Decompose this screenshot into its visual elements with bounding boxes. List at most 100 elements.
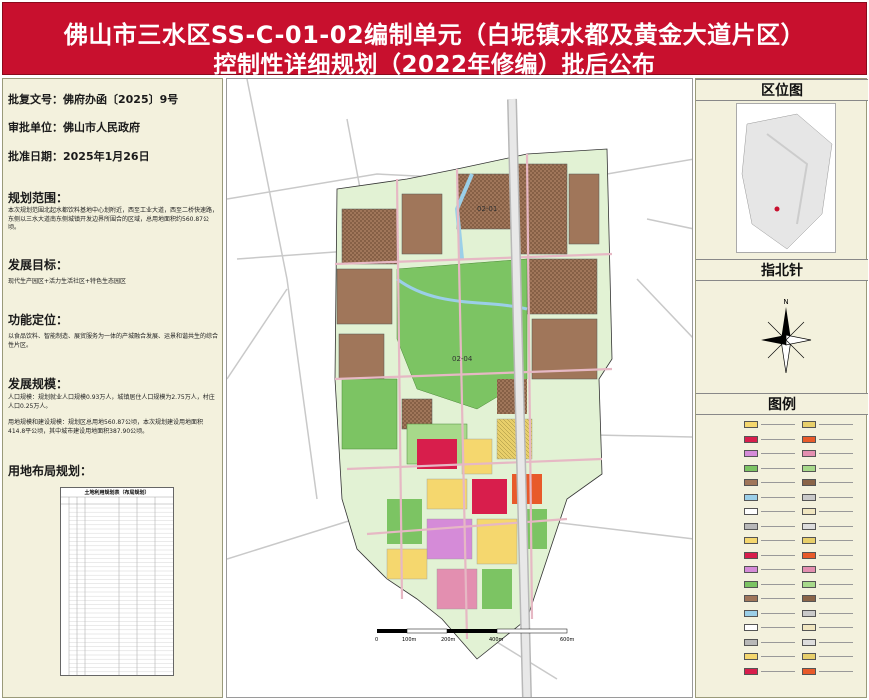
legend-swatch <box>802 479 816 486</box>
scope-text: 本次规划范围北起水都饮料基地中心划附近，西至工业大道，西至二桥快速路，东侧以三水… <box>8 207 219 231</box>
approval-unit: 审批单位：佛山市人民政府 <box>8 121 140 134</box>
legend-swatch <box>744 609 758 617</box>
page: { "title": { "line1": "佛山市三水区SS-C-01-02编… <box>0 0 869 700</box>
planning-map[interactable]: 02-01 02-04 0 100m 200m 400m 600m <box>226 78 693 698</box>
legend-swatch <box>802 638 816 646</box>
legend-label-line <box>761 424 795 425</box>
legend-label-line <box>761 554 795 556</box>
legend-swatch <box>744 580 758 588</box>
legend-swatch <box>802 421 816 428</box>
legend-label-line <box>761 525 795 527</box>
unit-label-2: 02-04 <box>452 355 473 363</box>
legend-label-line <box>819 496 853 498</box>
goal-heading: 发展目标： <box>8 258 69 272</box>
legend-label-line <box>819 656 853 657</box>
legend-label-line <box>761 453 795 454</box>
legend-swatch <box>802 653 816 660</box>
legend-label-line <box>819 438 853 440</box>
land-use-map[interactable]: 02-01 02-04 0 100m 200m 400m 600m <box>227 79 693 698</box>
scale-heading: 发展规模： <box>8 377 69 391</box>
legend-label-line <box>819 627 853 628</box>
legend-swatch <box>802 624 816 631</box>
layout-heading: 用地布局规划： <box>8 464 93 478</box>
legend-label-line <box>819 525 853 527</box>
legend-label-line <box>761 656 795 657</box>
legend-swatch <box>744 537 758 544</box>
legend-label-line <box>761 467 795 469</box>
legend-heading: 图例 <box>696 393 868 415</box>
legend-label-line <box>761 496 795 498</box>
north-arrow-icon: N <box>756 295 816 385</box>
svg-text:600m: 600m <box>560 637 575 643</box>
legend-label-line <box>761 670 795 672</box>
legend-swatch <box>802 464 816 472</box>
goal-text: 现代生产园区+活力生活社区+特色生态园区 <box>8 278 127 285</box>
legend-label-line <box>819 598 853 599</box>
legend-label-line <box>761 540 795 541</box>
legend-swatch <box>744 522 758 530</box>
legend-label-line <box>761 641 795 643</box>
legend-swatch <box>744 551 758 559</box>
legend-swatch <box>744 566 758 573</box>
landuse-table: 土地利用规划表（布局规划） <box>60 487 174 676</box>
legend-label-line <box>761 482 795 483</box>
legend-label-line <box>819 583 853 585</box>
legend-swatch <box>744 638 758 646</box>
scale-text-2: 用地规模和建设规模：规划区总用地560.87公顷，本次规划建设用地面积414.8… <box>8 419 203 435</box>
legend-label-line <box>819 424 853 425</box>
table-grid <box>61 496 173 675</box>
legend-label-line <box>761 598 795 599</box>
legend-grid <box>744 421 862 691</box>
legend-label-line <box>819 467 853 469</box>
legend-swatch <box>802 508 816 515</box>
legend-swatch <box>744 508 758 515</box>
svg-text:0: 0 <box>375 637 378 643</box>
locator-heading: 区位图 <box>696 79 868 101</box>
locator-map-icon <box>736 103 836 253</box>
legend-label-line <box>761 627 795 628</box>
legend-label-line <box>761 583 795 585</box>
legend-swatch <box>744 624 758 631</box>
function-heading: 功能定位： <box>8 313 69 327</box>
legend-label-line <box>819 511 853 512</box>
legend-swatch <box>744 464 758 472</box>
legend-label-line <box>761 511 795 512</box>
legend-swatch <box>802 435 816 443</box>
legend-swatch <box>744 595 758 602</box>
scale-text-1: 人口规模：规划就业人口规模0.93万人，城镇居住人口规模为2.75万人，村庄人口… <box>8 394 215 410</box>
legend-label-line <box>819 554 853 556</box>
legend-swatch <box>744 653 758 660</box>
legend-swatch <box>744 435 758 443</box>
legend-swatch <box>802 667 816 675</box>
legend-label-line <box>819 482 853 483</box>
legend-label-line <box>819 540 853 541</box>
legend-swatch <box>802 609 816 617</box>
legend-label-line <box>819 612 853 614</box>
legend-swatch <box>802 566 816 573</box>
function-text: 以食品饮料、智能制造、展贸服务为一体的产城融合发展、运景和谐共生的综合性片区。 <box>8 333 219 349</box>
legend-swatch <box>744 667 758 675</box>
legend-label-line <box>819 569 853 570</box>
approval-date: 批准日期：2025年1月26日 <box>8 150 150 163</box>
legend-swatch <box>744 421 758 428</box>
unit-label-1: 02-01 <box>477 205 497 213</box>
scope-heading: 规划范围： <box>8 191 69 205</box>
legend-swatch <box>744 493 758 501</box>
svg-text:400m: 400m <box>489 637 504 643</box>
legend-label-line <box>761 569 795 570</box>
legend-panel: 区位图 指北针 N 图例 <box>695 78 868 698</box>
page-subtitle: 控制性详细规划（2022年修编）批后公布 <box>213 52 656 78</box>
legend-label-line <box>761 438 795 440</box>
legend-swatch <box>802 450 816 457</box>
legend-label-line <box>819 453 853 454</box>
legend-swatch <box>802 580 816 588</box>
legend-label-line <box>761 612 795 614</box>
legend-swatch <box>744 479 758 486</box>
legend-swatch <box>802 595 816 602</box>
legend-label-line <box>819 641 853 643</box>
legend-label-line <box>819 670 853 672</box>
legend-swatch <box>802 522 816 530</box>
title-banner: 佛山市三水区SS-C-01-02编制单元（白坭镇水都及黄金大道片区） 控制性详细… <box>2 2 867 78</box>
north-heading: 指北针 <box>696 259 868 281</box>
legend-swatch <box>802 551 816 559</box>
